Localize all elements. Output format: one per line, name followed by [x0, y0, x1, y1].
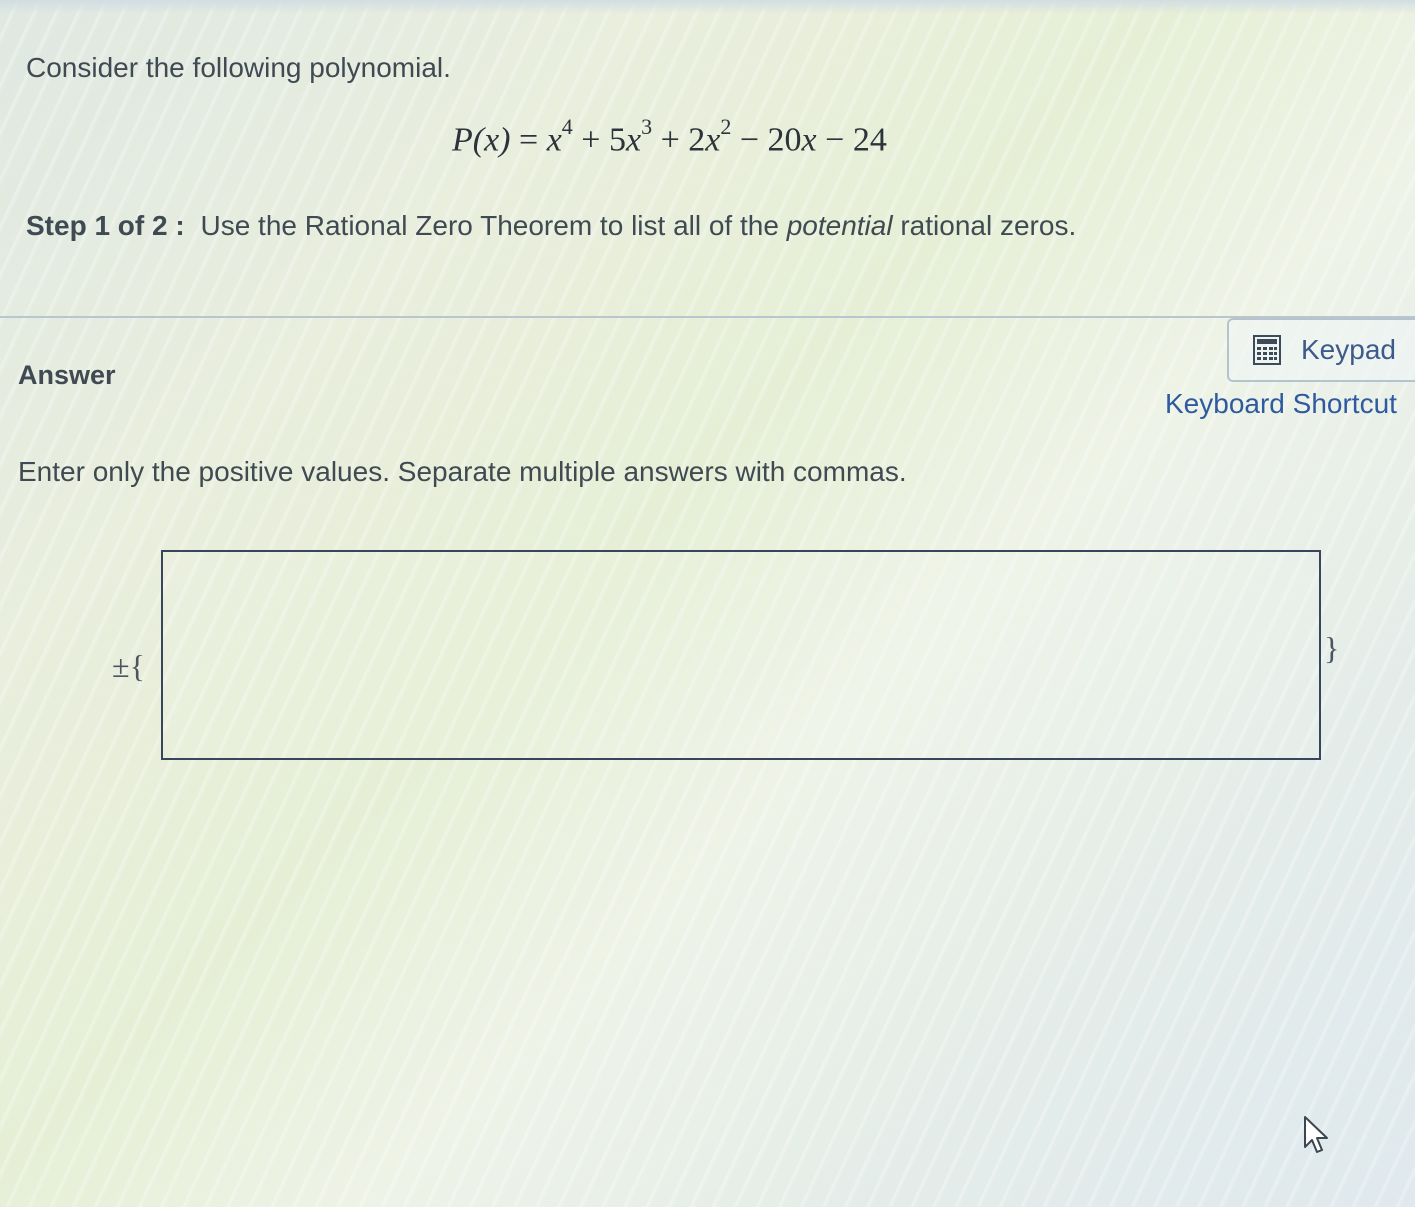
operator-3: − — [739, 121, 760, 159]
top-border — [0, 0, 1415, 14]
term-5-constant: 24 — [852, 121, 887, 159]
step-label: Step 1 of 2 : — [26, 210, 185, 241]
section-divider — [0, 316, 1415, 318]
operator-1: + — [581, 121, 601, 159]
term-3-coefficient: 2 — [688, 121, 706, 159]
term-4-coefficient: 20 — [767, 121, 802, 159]
operator-2: + — [660, 121, 680, 159]
step-text-after: rational zeros. — [900, 210, 1077, 241]
keypad-button[interactable]: Keypad — [1227, 318, 1415, 382]
term-2-exponent: 3 — [641, 114, 653, 139]
term-3-base: x — [705, 121, 721, 159]
term-1-base: x — [546, 121, 562, 159]
close-brace: } — [1324, 630, 1340, 666]
term-3-exponent: 2 — [720, 114, 732, 139]
answer-instruction: Enter only the positive values. Separate… — [18, 456, 907, 487]
equation-lhs: P(x) — [452, 121, 511, 159]
mouse-pointer-icon — [1303, 1115, 1331, 1160]
term-4-base: x — [801, 121, 817, 159]
answer-heading: Answer — [18, 360, 116, 390]
term-2-base: x — [625, 121, 642, 159]
step-instruction: Step 1 of 2 : Use the Rational Zero Theo… — [26, 210, 1076, 242]
operator-4: − — [825, 121, 845, 159]
step-text-emphasis: potential — [786, 210, 893, 241]
keypad-label: Keypad — [1301, 334, 1396, 365]
term-2-coefficient: 5 — [608, 121, 626, 159]
plus-minus-open-brace: ±{ — [112, 648, 145, 684]
polynomial-equation: P(x) = x4 + 5x3 + 2x2 − 20x − 24 — [452, 114, 887, 159]
keyboard-shortcuts-link[interactable]: Keyboard Shortcut — [1165, 388, 1397, 420]
calculator-icon — [1253, 335, 1281, 365]
equation-equals: = — [519, 121, 539, 159]
question-intro: Consider the following polynomial. — [26, 52, 451, 83]
term-1-exponent: 4 — [561, 114, 573, 139]
step-text-before: Use the Rational Zero Theorem to list al… — [200, 210, 779, 241]
answer-input[interactable] — [161, 550, 1321, 760]
